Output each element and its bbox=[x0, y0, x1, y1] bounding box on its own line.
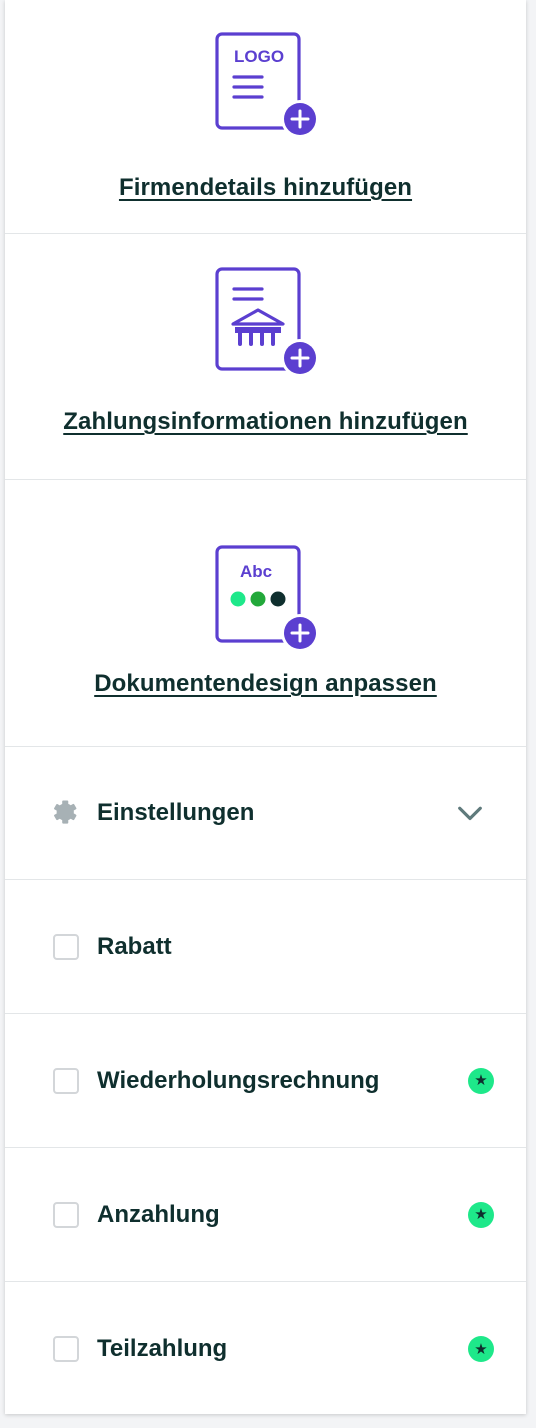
option-row-rabatt[interactable]: Rabatt bbox=[5, 880, 526, 1014]
settings-accordion[interactable]: Einstellungen bbox=[5, 747, 526, 880]
premium-star-icon: ★ bbox=[468, 1201, 494, 1228]
invoice-options-panel: LOGO Firmendetails hinzufügen Zahlungsin… bbox=[5, 0, 526, 1414]
design-document-add-icon[interactable]: Abc bbox=[214, 544, 324, 654]
premium-star-icon: ★ bbox=[468, 1067, 494, 1094]
option-row-wiederholungsrechnung[interactable]: Wiederholungsrechnung ★ bbox=[5, 1014, 526, 1148]
add-payment-info-link[interactable]: Zahlungsinformationen hinzufügen bbox=[5, 408, 526, 436]
rabatt-checkbox[interactable] bbox=[53, 933, 79, 960]
customize-document-design-link[interactable]: Dokumentendesign anpassen bbox=[5, 670, 526, 698]
company-details-card: LOGO Firmendetails hinzufügen bbox=[5, 0, 526, 234]
option-label: Teilzahlung bbox=[97, 1335, 228, 1362]
option-label: Rabatt bbox=[97, 932, 172, 960]
abc-text: Abc bbox=[240, 562, 272, 581]
teilzahlung-checkbox[interactable] bbox=[53, 1336, 79, 1362]
option-row-teilzahlung[interactable]: Teilzahlung ★ bbox=[5, 1282, 526, 1416]
settings-label: Einstellungen bbox=[97, 799, 255, 826]
option-row-anzahlung[interactable]: Anzahlung ★ bbox=[5, 1148, 526, 1282]
anzahlung-checkbox[interactable] bbox=[53, 1201, 79, 1228]
chevron-down-icon[interactable] bbox=[451, 794, 489, 832]
logo-text: LOGO bbox=[234, 47, 284, 66]
wiederholungsrechnung-checkbox[interactable] bbox=[53, 1067, 79, 1094]
document-design-card: Abc Dokumentendesign anpassen bbox=[5, 480, 526, 747]
option-label: Anzahlung bbox=[97, 1200, 220, 1228]
gear-icon bbox=[54, 800, 77, 824]
bank-document-add-icon[interactable] bbox=[214, 266, 324, 376]
add-company-details-link[interactable]: Firmendetails hinzufügen bbox=[5, 174, 526, 202]
option-label: Wiederholungsrechnung bbox=[97, 1066, 380, 1094]
premium-star-icon: ★ bbox=[468, 1336, 494, 1362]
payment-info-card: Zahlungsinformationen hinzufügen bbox=[5, 234, 526, 480]
logo-document-add-icon[interactable]: LOGO bbox=[214, 31, 324, 141]
